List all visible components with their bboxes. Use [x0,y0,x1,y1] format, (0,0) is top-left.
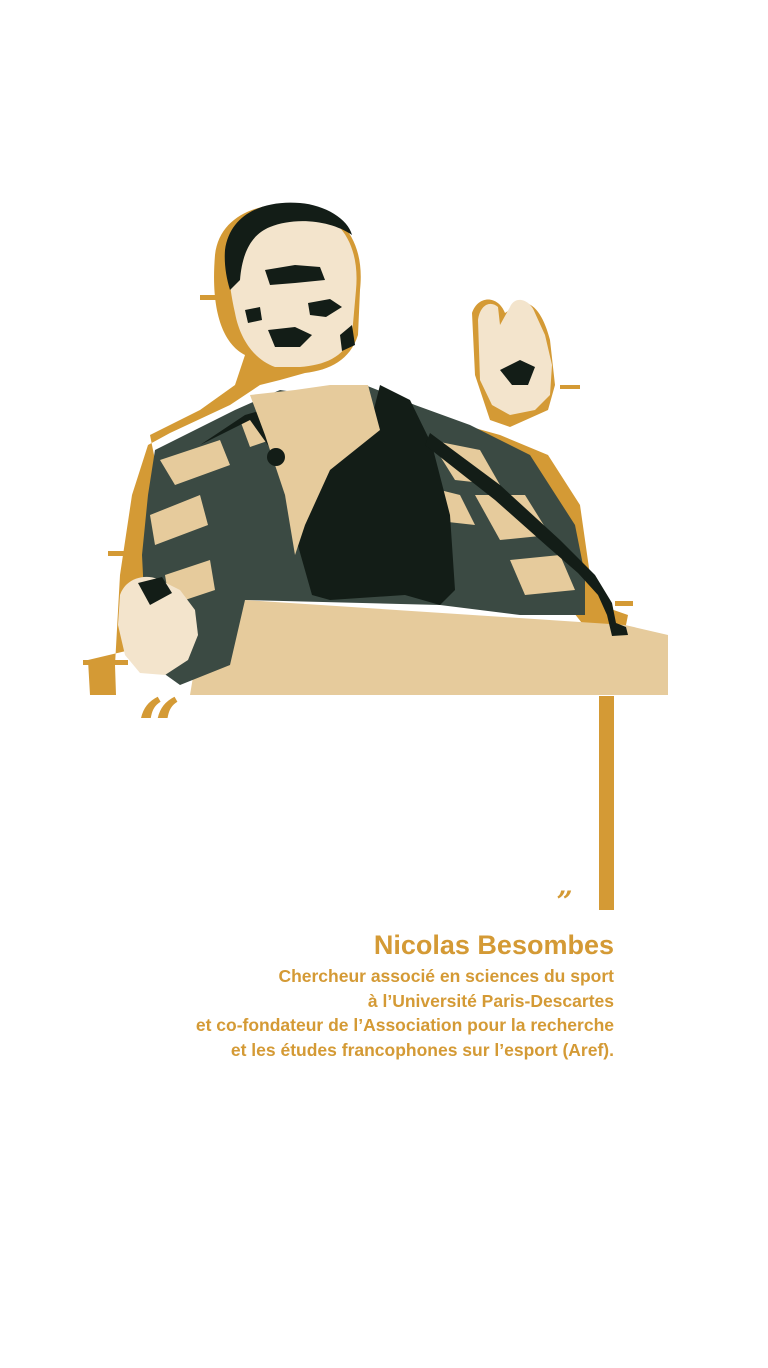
accent-bar [599,696,614,910]
author-bio-line-2: à l’Université Paris-Descartes [367,990,614,1011]
author-bio-line-1: Chercheur associé en sciences du sport [278,966,614,986]
close-quote-mark: „ [557,869,574,902]
speaker-at-podium-illustration [80,195,680,700]
author-bio-line-3: et co-fondateur de l’Association pour la… [195,1015,614,1035]
open-quote-mark: “ [138,684,181,770]
author-attribution: Nicolas Besombes Chercheur associé en sc… [94,928,614,1062]
author-bio-line-4: et les études francophones sur l’esport … [230,1039,614,1060]
author-name: Nicolas Besombes [373,930,614,960]
